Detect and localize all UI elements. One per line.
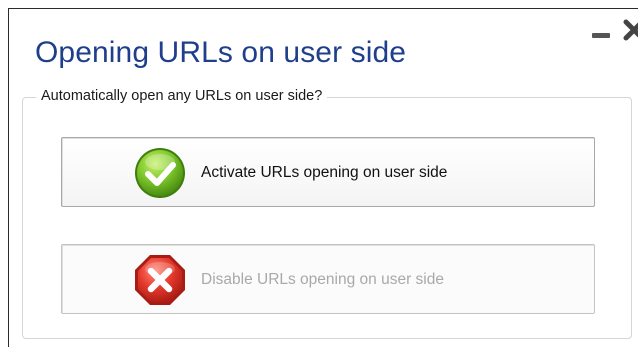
disable-urls-button[interactable]: Disable URLs opening on user side xyxy=(61,244,595,314)
checkmark-icon xyxy=(135,148,185,198)
minimize-icon xyxy=(592,33,610,38)
dialog-window: Opening URLs on user side Automatically … xyxy=(8,8,638,347)
disable-urls-label: Disable URLs opening on user side xyxy=(201,271,444,288)
group-legend: Automatically open any URLs on user side… xyxy=(36,88,328,104)
close-button[interactable] xyxy=(623,17,638,43)
stop-x-icon xyxy=(135,255,185,305)
activate-urls-label: Activate URLs opening on user side xyxy=(201,164,448,181)
activate-urls-button[interactable]: Activate URLs opening on user side xyxy=(61,137,595,207)
options-group: Automatically open any URLs on user side… xyxy=(22,88,632,339)
dialog-title: Opening URLs on user side xyxy=(35,36,407,69)
minimize-button[interactable] xyxy=(590,27,612,41)
close-icon xyxy=(623,19,638,41)
